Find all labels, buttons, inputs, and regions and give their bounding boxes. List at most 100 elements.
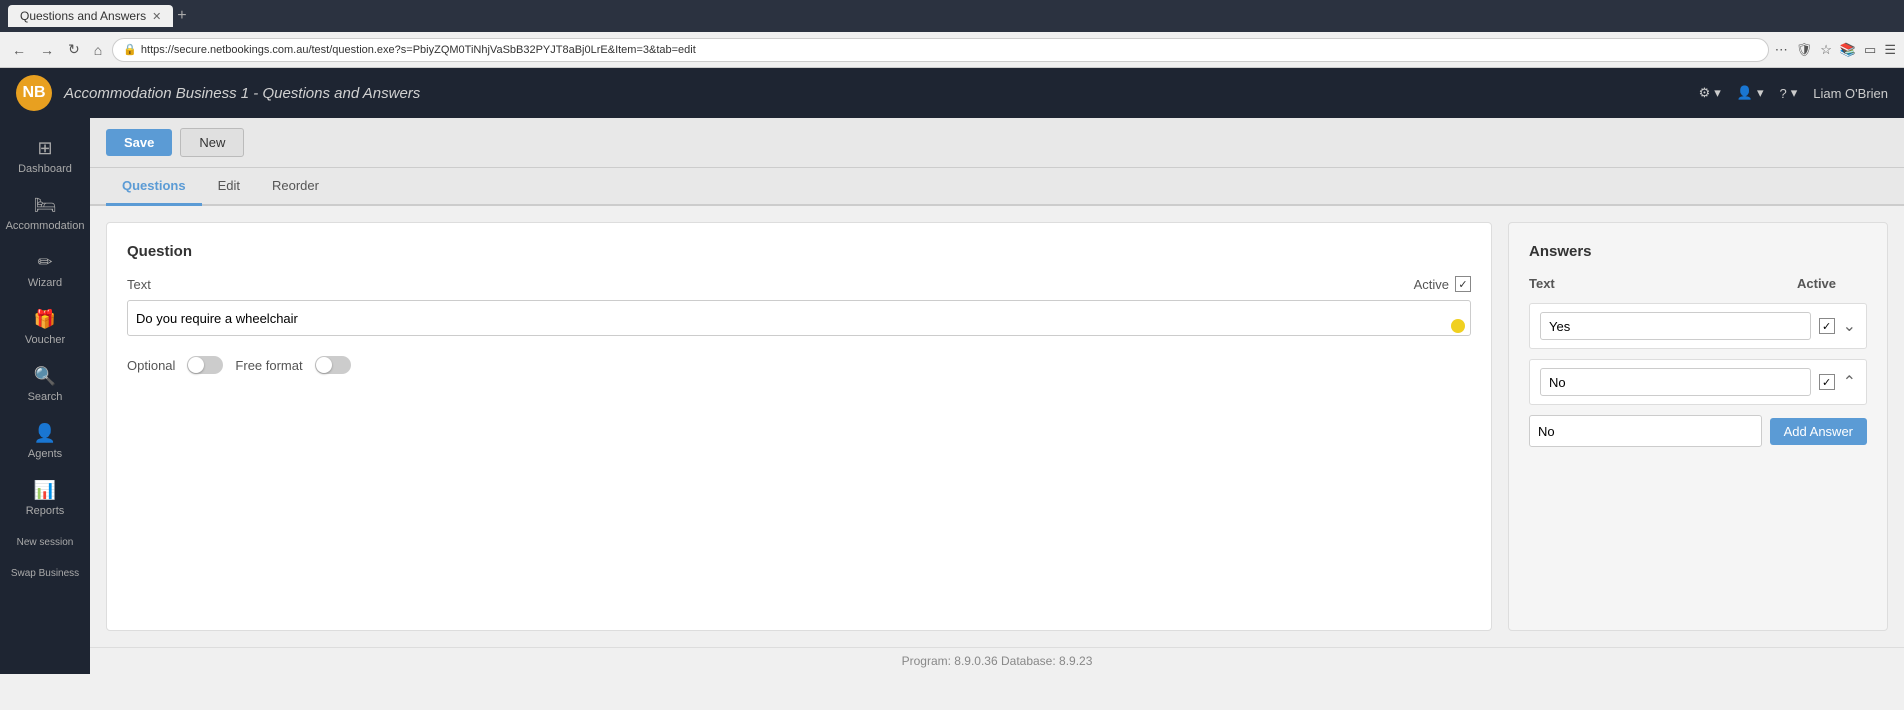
sidebar: ⊞ Dashboard 🛏 Accommodation ✏ Wizard 🎁 V… <box>0 118 90 674</box>
dashboard-icon: ⊞ <box>37 138 52 159</box>
new-answer-input[interactable] <box>1529 415 1762 447</box>
optional-toggle-knob <box>188 357 204 373</box>
answer-down-arrow-0[interactable]: ⌄ <box>1843 316 1856 336</box>
form-area: Question Text Active ✓ Optional <box>90 206 1904 647</box>
app-title-sub: Questions and Answers <box>262 85 420 102</box>
sidebar-toggle-icon[interactable]: ▭ <box>1864 42 1876 58</box>
question-text-input[interactable] <box>127 300 1471 336</box>
menu-icon[interactable]: ☰ <box>1884 42 1896 58</box>
text-label: Text <box>127 277 151 292</box>
extensions-icon[interactable]: 🛡 <box>1796 42 1813 58</box>
settings-btn[interactable]: ⚙ ▾ <box>1699 85 1721 101</box>
answer-active-cb-1[interactable]: ✓ <box>1819 374 1835 390</box>
app-header-right: ⚙ ▾ 👤 ▾ ? ▾ Liam O'Brien <box>1699 85 1888 101</box>
answer-up-arrow-1[interactable]: ⌃ <box>1843 372 1856 392</box>
sidebar-label-wizard: Wizard <box>28 277 62 289</box>
tab-title: Questions and Answers <box>20 9 146 23</box>
user-arrow: ▾ <box>1757 85 1764 101</box>
sidebar-item-accommodation[interactable]: 🛏 Accommodation <box>0 185 90 242</box>
sidebar-label-agents: Agents <box>28 448 62 460</box>
star-icon[interactable]: ☆ <box>1820 42 1832 58</box>
app-container: NB Accommodation Business 1 - Questions … <box>0 68 1904 674</box>
answers-panel: Answers Text Active ✓ ⌄ ✓ <box>1508 222 1888 631</box>
nav-extras: ⋯ 🛡 ☆ 📚 ▭ ☰ <box>1775 42 1896 58</box>
sidebar-label-new-session: New session <box>17 537 74 548</box>
free-format-label: Free format <box>235 358 302 373</box>
help-arrow: ▾ <box>1791 85 1798 101</box>
sidebar-label-voucher: Voucher <box>25 334 65 346</box>
tab-questions[interactable]: Questions <box>106 168 202 206</box>
free-format-toggle[interactable] <box>315 356 351 374</box>
app-logo: NB <box>16 75 52 111</box>
home-btn[interactable]: ⌂ <box>90 40 106 60</box>
accommodation-icon: 🛏 <box>34 195 57 216</box>
new-answer-row: Add Answer <box>1529 415 1867 447</box>
browser-nav-bar: ← → ↻ ⌂ 🔒 https://secure.netbookings.com… <box>0 32 1904 68</box>
answers-header: Text Active <box>1529 276 1867 291</box>
active-checkbox[interactable]: ✓ <box>1455 276 1471 292</box>
toolbar: Save New <box>90 118 1904 168</box>
answer-input-1[interactable] <box>1540 368 1811 396</box>
app-header: NB Accommodation Business 1 - Questions … <box>0 68 1904 118</box>
text-active-row: Text Active ✓ <box>127 276 1471 292</box>
footer: Program: 8.9.0.36 Database: 8.9.23 <box>90 647 1904 674</box>
answer-row-0: ✓ ⌄ <box>1529 303 1867 349</box>
user-icon: 👤 <box>1737 85 1753 101</box>
bookmarks-icon[interactable]: ⋯ <box>1775 42 1788 58</box>
reports-icon: 📊 <box>34 480 56 501</box>
sidebar-item-dashboard[interactable]: ⊞ Dashboard <box>0 128 90 185</box>
toggle-row: Optional Free format <box>127 356 1471 374</box>
wizard-icon: ✏ <box>37 252 52 273</box>
question-input-wrapper <box>127 300 1471 352</box>
reload-btn[interactable]: ↻ <box>64 39 84 60</box>
url-bar[interactable]: 🔒 https://secure.netbookings.com.au/test… <box>112 38 1768 62</box>
sidebar-label-search: Search <box>28 391 63 403</box>
app-title: Accommodation Business 1 - Questions and… <box>64 85 420 102</box>
sidebar-item-wizard[interactable]: ✏ Wizard <box>0 242 90 299</box>
app-title-main: Accommodation Business 1 <box>64 85 249 102</box>
username-label: Liam O'Brien <box>1813 86 1888 101</box>
help-icon: ? <box>1780 86 1787 101</box>
sidebar-item-new-session[interactable]: New session <box>0 527 90 558</box>
sidebar-item-reports[interactable]: 📊 Reports <box>0 470 90 527</box>
footer-text: Program: 8.9.0.36 Database: 8.9.23 <box>902 654 1093 668</box>
sidebar-label-accommodation: Accommodation <box>6 220 85 232</box>
add-answer-btn[interactable]: Add Answer <box>1770 418 1867 445</box>
new-tab-btn[interactable]: + <box>177 7 186 25</box>
free-format-toggle-knob <box>316 357 332 373</box>
question-panel: Question Text Active ✓ Optional <box>106 222 1492 631</box>
answers-col-active-header: Active <box>1797 276 1867 291</box>
url-text: https://secure.netbookings.com.au/test/q… <box>141 44 696 56</box>
search-icon: 🔍 <box>34 366 56 387</box>
optional-label: Optional <box>127 358 175 373</box>
tab-nav: Questions Edit Reorder <box>90 168 1904 206</box>
agents-icon: 👤 <box>34 423 56 444</box>
answer-input-0[interactable] <box>1540 312 1811 340</box>
optional-toggle[interactable] <box>187 356 223 374</box>
sidebar-item-agents[interactable]: 👤 Agents <box>0 413 90 470</box>
answers-col-text-header: Text <box>1529 276 1789 291</box>
answers-panel-title: Answers <box>1529 243 1867 260</box>
back-btn[interactable]: ← <box>8 40 30 60</box>
library-icon[interactable]: 📚 <box>1840 42 1856 58</box>
question-panel-title: Question <box>127 243 1471 260</box>
help-btn[interactable]: ? ▾ <box>1780 85 1798 101</box>
tab-reorder[interactable]: Reorder <box>256 168 335 206</box>
active-tab[interactable]: Questions and Answers ✕ <box>8 5 173 27</box>
forward-btn[interactable]: → <box>36 40 58 60</box>
tab-close-btn[interactable]: ✕ <box>152 10 161 23</box>
new-button[interactable]: New <box>180 128 244 157</box>
sidebar-item-search[interactable]: 🔍 Search <box>0 356 90 413</box>
answer-row-1: ✓ ⌃ <box>1529 359 1867 405</box>
tab-edit[interactable]: Edit <box>202 168 256 206</box>
content-area: Save New Questions Edit Reorder Question… <box>90 118 1904 674</box>
sidebar-item-voucher[interactable]: 🎁 Voucher <box>0 299 90 356</box>
browser-tab-bar: Questions and Answers ✕ + <box>0 0 1904 32</box>
active-label-row: Active ✓ <box>1414 276 1471 292</box>
settings-icon: ⚙ <box>1699 85 1711 101</box>
user-btn[interactable]: 👤 ▾ <box>1737 85 1764 101</box>
answer-active-cb-0[interactable]: ✓ <box>1819 318 1835 334</box>
save-button[interactable]: Save <box>106 129 172 156</box>
main-layout: ⊞ Dashboard 🛏 Accommodation ✏ Wizard 🎁 V… <box>0 118 1904 674</box>
sidebar-item-swap-business[interactable]: Swap Business <box>0 558 90 589</box>
